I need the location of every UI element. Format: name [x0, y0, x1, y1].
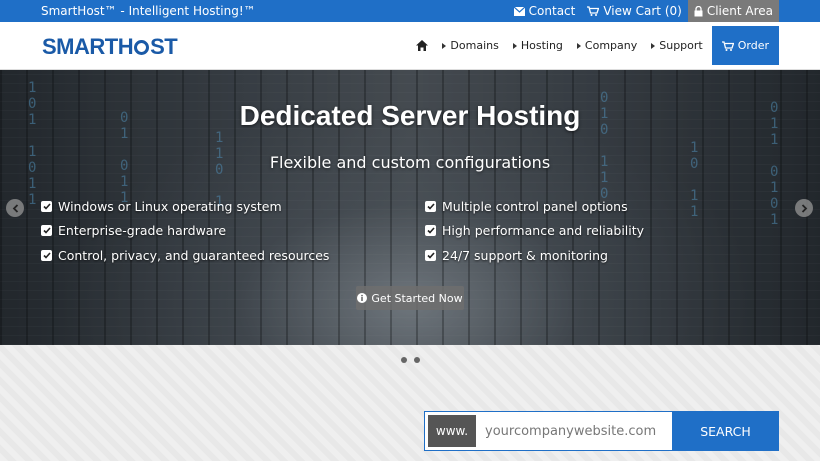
caret-right-icon	[651, 42, 656, 49]
cart-icon	[587, 6, 600, 16]
logo-text-left: SMARTH	[42, 34, 134, 59]
slider-dot[interactable]	[401, 357, 407, 363]
feature-item: High performance and reliability	[425, 219, 644, 244]
hero-slider: 1011011 01011 1101 010110 1011 0110101 D…	[0, 70, 820, 345]
slider-dot[interactable]	[414, 357, 420, 363]
caret-right-icon	[576, 42, 581, 49]
client-area-link[interactable]: Client Area	[687, 0, 779, 22]
home-icon	[416, 40, 429, 51]
smarthost-logo[interactable]: SMARTH ST	[42, 34, 178, 60]
checkbox-icon	[41, 225, 52, 237]
domain-search-button[interactable]: SEARCH	[672, 411, 779, 451]
checkbox-icon	[41, 249, 52, 261]
feature-text: Control, privacy, and guaranteed resourc…	[58, 247, 330, 263]
nav-hosting-label: Hosting	[520, 39, 563, 52]
nav-domains-label: Domains	[450, 39, 499, 52]
top-links: Contact View Cart (0) Client Area	[502, 0, 779, 22]
order-label: Order	[737, 39, 769, 52]
client-area-label: Client Area	[706, 4, 773, 18]
caret-right-icon	[442, 42, 447, 49]
feature-text: 24/7 support & monitoring	[442, 247, 608, 263]
main-nav: Domains Hosting Company Support Order	[402, 26, 779, 65]
logo-o-mark	[134, 40, 150, 55]
contact-link[interactable]: Contact	[513, 4, 576, 18]
order-button[interactable]: Order	[711, 26, 779, 65]
feature-item: 24/7 support & monitoring	[425, 243, 644, 268]
contact-label: Contact	[528, 4, 576, 18]
domain-search-form: www. SEARCH	[424, 411, 779, 451]
nav-domains[interactable]: Domains	[442, 39, 499, 52]
hero-subtitle: Flexible and custom configurations	[269, 153, 551, 172]
domain-search-input[interactable]	[479, 412, 672, 450]
chevron-right-icon	[801, 203, 807, 213]
feature-list-right: Multiple control panel options High perf…	[425, 194, 644, 268]
feature-list-left: Windows or Linux operating system Enterp…	[41, 194, 329, 268]
slider-pagination	[401, 357, 427, 363]
nav-company[interactable]: Company	[576, 39, 638, 52]
feature-text: Multiple control panel options	[442, 198, 628, 214]
checkbox-icon	[41, 200, 52, 212]
feature-item: Enterprise-grade hardware	[41, 219, 329, 244]
feature-item: Multiple control panel options	[425, 194, 644, 219]
feature-text: Enterprise-grade hardware	[58, 223, 227, 239]
www-prefix: www.	[428, 415, 476, 447]
view-cart-link[interactable]: View Cart (0)	[587, 4, 682, 18]
caret-right-icon	[512, 42, 517, 49]
nav-support-label: Support	[659, 39, 703, 52]
checkbox-icon	[425, 225, 436, 237]
envelope-icon	[513, 6, 525, 16]
slider-next-button[interactable]	[795, 199, 813, 217]
site-header: SMARTH ST Domains Hosting Company Support…	[0, 22, 820, 70]
cart-icon	[721, 40, 734, 51]
lock-icon	[694, 5, 703, 16]
feature-item: Control, privacy, and guaranteed resourc…	[41, 243, 329, 268]
view-cart-label: View Cart (0)	[603, 4, 682, 18]
slider-prev-button[interactable]	[6, 199, 24, 217]
checkbox-icon	[425, 249, 436, 261]
top-bar: SmartHost™ - Intelligent Hosting!™ Conta…	[0, 0, 820, 22]
info-circle-icon	[357, 293, 368, 303]
domain-input-wrapper: www.	[424, 411, 672, 451]
feature-text: High performance and reliability	[442, 223, 645, 239]
nav-support[interactable]: Support	[651, 39, 703, 52]
hero-title: Dedicated Server Hosting	[239, 100, 581, 131]
feature-text: Windows or Linux operating system	[58, 198, 282, 214]
nav-home[interactable]	[416, 40, 429, 51]
logo-text-right: ST	[150, 34, 178, 59]
get-started-label: Get Started Now	[371, 291, 463, 305]
chevron-left-icon	[12, 203, 18, 213]
feature-item: Windows or Linux operating system	[41, 194, 329, 219]
nav-hosting[interactable]: Hosting	[512, 39, 563, 52]
checkbox-icon	[425, 200, 436, 212]
tagline: SmartHost™ - Intelligent Hosting!™	[41, 4, 256, 18]
get-started-button[interactable]: Get Started Now	[356, 286, 464, 310]
nav-company-label: Company	[584, 39, 638, 52]
